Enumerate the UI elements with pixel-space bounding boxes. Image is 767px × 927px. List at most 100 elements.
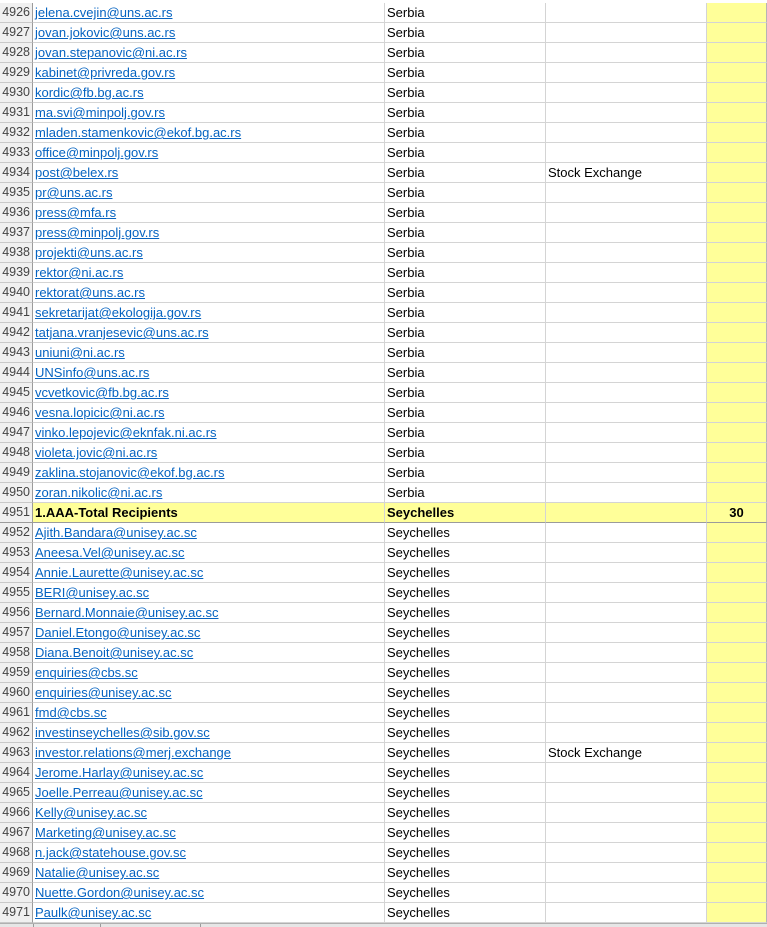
row-number[interactable]: 4970: [0, 883, 33, 903]
email-cell[interactable]: vinko.lepojevic@eknfak.ni.ac.rs: [33, 423, 385, 443]
count-cell[interactable]: [707, 3, 767, 23]
email-link[interactable]: investor.relations@merj.exchange: [35, 745, 231, 760]
count-cell[interactable]: [707, 623, 767, 643]
count-cell[interactable]: [707, 743, 767, 763]
count-cell[interactable]: [707, 663, 767, 683]
row-number[interactable]: 4968: [0, 843, 33, 863]
email-cell[interactable]: zaklina.stojanovic@ekof.bg.ac.rs: [33, 463, 385, 483]
type-cell[interactable]: [546, 763, 707, 783]
email-link[interactable]: jovan.jokovic@uns.ac.rs: [35, 25, 175, 40]
type-cell[interactable]: [546, 43, 707, 63]
row-number[interactable]: 4947: [0, 423, 33, 443]
type-cell[interactable]: [546, 623, 707, 643]
email-cell[interactable]: press@mfa.rs: [33, 203, 385, 223]
country-cell[interactable]: Serbia: [385, 3, 546, 23]
email-cell[interactable]: Aneesa.Vel@unisey.ac.sc: [33, 543, 385, 563]
email-cell[interactable]: Daniel.Etongo@unisey.ac.sc: [33, 623, 385, 643]
type-cell[interactable]: [546, 663, 707, 683]
row-number[interactable]: 4931: [0, 103, 33, 123]
email-link[interactable]: sekretarijat@ekologija.gov.rs: [35, 305, 201, 320]
row-number[interactable]: 4945: [0, 383, 33, 403]
country-cell[interactable]: Serbia: [385, 83, 546, 103]
type-cell[interactable]: [546, 323, 707, 343]
count-cell[interactable]: [707, 83, 767, 103]
country-cell[interactable]: Seychelles: [385, 823, 546, 843]
email-link[interactable]: Diana.Benoit@unisey.ac.sc: [35, 645, 193, 660]
email-cell[interactable]: BERI@unisey.ac.sc: [33, 583, 385, 603]
count-cell[interactable]: [707, 363, 767, 383]
sheet-tab-bar[interactable]: [0, 923, 767, 927]
country-cell[interactable]: Seychelles: [385, 583, 546, 603]
country-cell[interactable]: Seychelles: [385, 903, 546, 923]
email-link[interactable]: zoran.nikolic@ni.ac.rs: [35, 485, 162, 500]
email-cell[interactable]: Marketing@unisey.ac.sc: [33, 823, 385, 843]
row-number[interactable]: 4934: [0, 163, 33, 183]
count-cell[interactable]: [707, 703, 767, 723]
count-cell[interactable]: [707, 223, 767, 243]
type-cell[interactable]: [546, 283, 707, 303]
count-cell[interactable]: [707, 163, 767, 183]
row-number[interactable]: 4957: [0, 623, 33, 643]
count-cell[interactable]: [707, 583, 767, 603]
email-link[interactable]: Natalie@unisey.ac.sc: [35, 865, 159, 880]
count-cell[interactable]: [707, 243, 767, 263]
row-number[interactable]: 4928: [0, 43, 33, 63]
country-cell[interactable]: Seychelles: [385, 543, 546, 563]
count-cell[interactable]: [707, 203, 767, 223]
email-link[interactable]: Marketing@unisey.ac.sc: [35, 825, 176, 840]
count-cell[interactable]: [707, 63, 767, 83]
email-cell[interactable]: enquiries@cbs.sc: [33, 663, 385, 683]
count-cell[interactable]: [707, 403, 767, 423]
email-link[interactable]: rektorat@uns.ac.rs: [35, 285, 145, 300]
email-cell[interactable]: mladen.stamenkovic@ekof.bg.ac.rs: [33, 123, 385, 143]
email-link[interactable]: Nuette.Gordon@unisey.ac.sc: [35, 885, 204, 900]
row-number[interactable]: 4964: [0, 763, 33, 783]
count-cell[interactable]: [707, 643, 767, 663]
type-cell[interactable]: [546, 823, 707, 843]
email-link[interactable]: pr@uns.ac.rs: [35, 185, 113, 200]
country-cell[interactable]: Serbia: [385, 303, 546, 323]
type-cell[interactable]: [546, 903, 707, 923]
row-number[interactable]: 4969: [0, 863, 33, 883]
type-cell[interactable]: [546, 103, 707, 123]
count-cell[interactable]: [707, 283, 767, 303]
email-cell[interactable]: Natalie@unisey.ac.sc: [33, 863, 385, 883]
email-link[interactable]: enquiries@cbs.sc: [35, 665, 138, 680]
row-number[interactable]: 4954: [0, 563, 33, 583]
row-number[interactable]: 4933: [0, 143, 33, 163]
country-cell[interactable]: Serbia: [385, 343, 546, 363]
email-cell[interactable]: jovan.stepanovic@ni.ac.rs: [33, 43, 385, 63]
email-cell[interactable]: projekti@uns.ac.rs: [33, 243, 385, 263]
country-cell[interactable]: Seychelles: [385, 683, 546, 703]
email-link[interactable]: zaklina.stojanovic@ekof.bg.ac.rs: [35, 465, 225, 480]
count-cell[interactable]: [707, 863, 767, 883]
email-link[interactable]: projekti@uns.ac.rs: [35, 245, 143, 260]
count-cell[interactable]: [707, 143, 767, 163]
country-cell[interactable]: Serbia: [385, 363, 546, 383]
country-cell[interactable]: Serbia: [385, 483, 546, 503]
email-cell[interactable]: rektorat@uns.ac.rs: [33, 283, 385, 303]
email-cell[interactable]: Joelle.Perreau@unisey.ac.sc: [33, 783, 385, 803]
type-cell[interactable]: [546, 343, 707, 363]
count-cell[interactable]: [707, 263, 767, 283]
country-cell[interactable]: Serbia: [385, 403, 546, 423]
row-number[interactable]: 4955: [0, 583, 33, 603]
email-cell[interactable]: jelena.cvejin@uns.ac.rs: [33, 3, 385, 23]
email-link[interactable]: vesna.lopicic@ni.ac.rs: [35, 405, 165, 420]
email-link[interactable]: UNSinfo@uns.ac.rs: [35, 365, 149, 380]
email-link[interactable]: Kelly@unisey.ac.sc: [35, 805, 147, 820]
type-cell[interactable]: [546, 583, 707, 603]
country-cell[interactable]: Seychelles: [385, 603, 546, 623]
count-cell[interactable]: [707, 843, 767, 863]
country-cell[interactable]: Serbia: [385, 23, 546, 43]
count-cell[interactable]: 30: [707, 503, 767, 523]
country-cell[interactable]: Seychelles: [385, 763, 546, 783]
email-link[interactable]: vcvetkovic@fb.bg.ac.rs: [35, 385, 169, 400]
email-cell[interactable]: Nuette.Gordon@unisey.ac.sc: [33, 883, 385, 903]
row-number[interactable]: 4967: [0, 823, 33, 843]
count-cell[interactable]: [707, 323, 767, 343]
row-number[interactable]: 4927: [0, 23, 33, 43]
row-number[interactable]: 4937: [0, 223, 33, 243]
type-cell[interactable]: [546, 543, 707, 563]
email-cell[interactable]: Kelly@unisey.ac.sc: [33, 803, 385, 823]
